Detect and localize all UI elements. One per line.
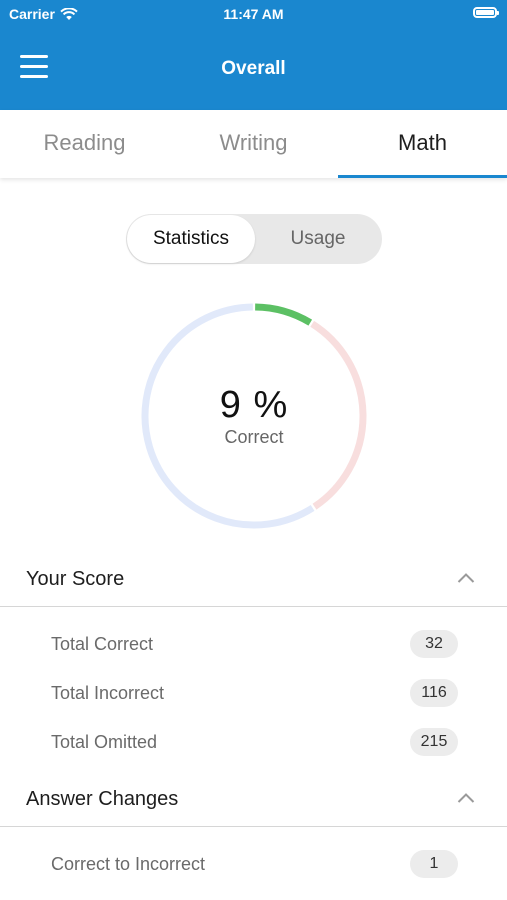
list-item: Correct to Incorrect 1 [0,846,507,886]
section-answer-changes-header[interactable]: Answer Changes [0,776,507,826]
subject-tabs: Reading Writing Math [0,110,507,178]
segment-statistics[interactable]: Statistics [127,215,255,263]
count-badge: 116 [410,679,458,707]
statistics-usage-toggle: Usage Statistics [126,214,382,264]
nav-header: Carrier 11:47 AM Overall [0,0,507,110]
list-item: Total Correct 32 [0,626,507,666]
row-label: Total Incorrect [51,683,165,703]
section-title: Answer Changes [26,788,179,810]
segment-usage[interactable]: Usage [254,214,382,264]
section-your-score-header[interactable]: Your Score [0,556,507,606]
chevron-up-icon[interactable] [457,572,475,584]
row-label: Total Correct [51,634,154,654]
tab-writing[interactable]: Writing [169,110,338,178]
tab-math[interactable]: Math [338,110,507,178]
status-bar: Carrier 11:47 AM [0,0,507,28]
count-badge: 32 [410,630,458,658]
divider [0,826,507,827]
count-badge: 1 [410,850,458,878]
list-item: Total Omitted 215 [0,724,507,764]
list-item: Total Incorrect 116 [0,675,507,715]
tab-reading[interactable]: Reading [0,110,169,178]
chevron-up-icon[interactable] [457,792,475,804]
battery-icon [473,7,499,18]
row-label: Total Omitted [51,732,158,752]
row-label: Correct to Incorrect [51,854,206,874]
count-badge: 215 [410,728,458,756]
divider [0,606,507,607]
status-time: 11:47 AM [223,6,284,22]
percent-correct-value: 9 % [219,384,289,426]
donut-center: 9 % Correct [140,384,368,448]
donut-segment-correct [255,303,313,326]
section-title: Your Score [26,568,125,590]
page-title: Overall [221,58,286,79]
percent-correct-label: Correct [224,427,284,447]
